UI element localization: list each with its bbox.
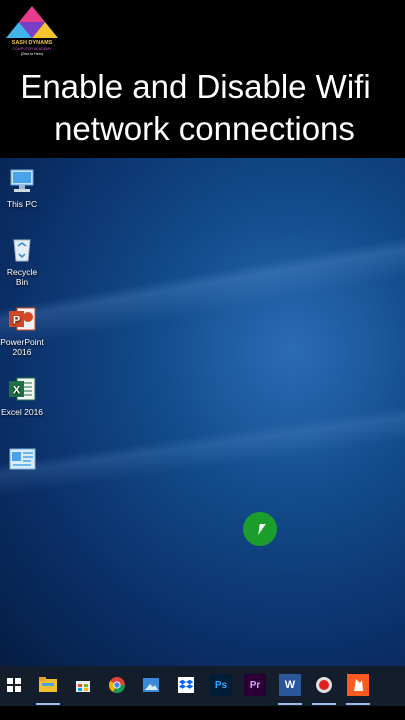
active-app-indicator bbox=[346, 703, 370, 705]
desktop-icon-label: PowerPoint 2016 bbox=[0, 337, 44, 357]
active-app-indicator bbox=[278, 703, 302, 705]
app-icon bbox=[354, 679, 363, 691]
desktop-icon-excel[interactable]: X Excel 2016 bbox=[0, 374, 44, 417]
windows-logo-icon bbox=[7, 678, 21, 692]
control-panel-icon bbox=[7, 444, 37, 474]
desktop-icon-control-panel[interactable] bbox=[0, 444, 44, 477]
desktop-icon-this-pc[interactable]: This PC bbox=[0, 166, 44, 209]
store-bag-icon bbox=[76, 681, 90, 692]
logo-tagline: (Zero to Hero) bbox=[20, 52, 44, 56]
taskbar-chrome[interactable] bbox=[106, 674, 128, 696]
desktop-background: This PC Recycle Bin P PowerPoint 2016 X … bbox=[0, 158, 405, 666]
desktop-icon-recycle-bin[interactable]: Recycle Bin bbox=[0, 234, 44, 287]
title-line-1: Enable and Disable Wifi bbox=[20, 68, 371, 105]
taskbar-recorder[interactable] bbox=[313, 674, 335, 696]
taskbar-premiere[interactable]: Pr bbox=[244, 674, 266, 696]
taskbar-app[interactable] bbox=[347, 674, 369, 696]
desktop-icon-label: Recycle Bin bbox=[6, 267, 38, 287]
record-icon bbox=[316, 677, 332, 693]
taskbar-word[interactable]: W bbox=[279, 674, 301, 696]
folder-icon bbox=[39, 677, 57, 692]
logo-triangle-icon bbox=[6, 6, 58, 38]
taskbar-photoshop[interactable]: Ps bbox=[210, 674, 232, 696]
photoshop-icon: Ps bbox=[214, 679, 228, 691]
academy-logo: SASH DYNAMS COMPUTER ACADEMY (Zero to He… bbox=[4, 4, 60, 58]
logo-name: SASH DYNAMS bbox=[11, 40, 53, 46]
this-pc-icon bbox=[7, 166, 37, 196]
word-icon: W bbox=[284, 679, 296, 691]
taskbar: Ps Pr W bbox=[0, 666, 405, 706]
svg-text:P: P bbox=[13, 315, 20, 327]
chrome-icon bbox=[109, 677, 125, 693]
desktop-icon-label: This PC bbox=[6, 199, 38, 209]
taskbar-dropbox[interactable] bbox=[175, 674, 197, 696]
bottom-bar bbox=[0, 706, 405, 720]
excel-icon: X bbox=[7, 374, 37, 404]
dropbox-icon bbox=[178, 677, 194, 693]
logo-subtitle: COMPUTER ACADEMY bbox=[12, 47, 52, 51]
start-button[interactable] bbox=[3, 674, 25, 696]
desktop-icon-label: Excel 2016 bbox=[0, 407, 44, 417]
title-banner: SASH DYNAMS COMPUTER ACADEMY (Zero to He… bbox=[0, 0, 405, 158]
desktop-icon-powerpoint[interactable]: P PowerPoint 2016 bbox=[0, 304, 44, 357]
recycle-bin-icon bbox=[7, 234, 37, 264]
photos-icon bbox=[143, 678, 159, 692]
taskbar-file-explorer[interactable] bbox=[37, 674, 59, 696]
title-line-2: network connections bbox=[54, 110, 355, 147]
taskbar-photos[interactable] bbox=[140, 674, 162, 696]
premiere-icon: Pr bbox=[249, 679, 261, 691]
taskbar-store[interactable] bbox=[72, 674, 94, 696]
video-title: Enable and Disable Wifi network connecti… bbox=[0, 66, 405, 150]
active-app-indicator bbox=[312, 703, 336, 705]
active-app-indicator bbox=[36, 703, 60, 705]
svg-text:X: X bbox=[13, 385, 21, 397]
powerpoint-icon: P bbox=[7, 304, 37, 334]
